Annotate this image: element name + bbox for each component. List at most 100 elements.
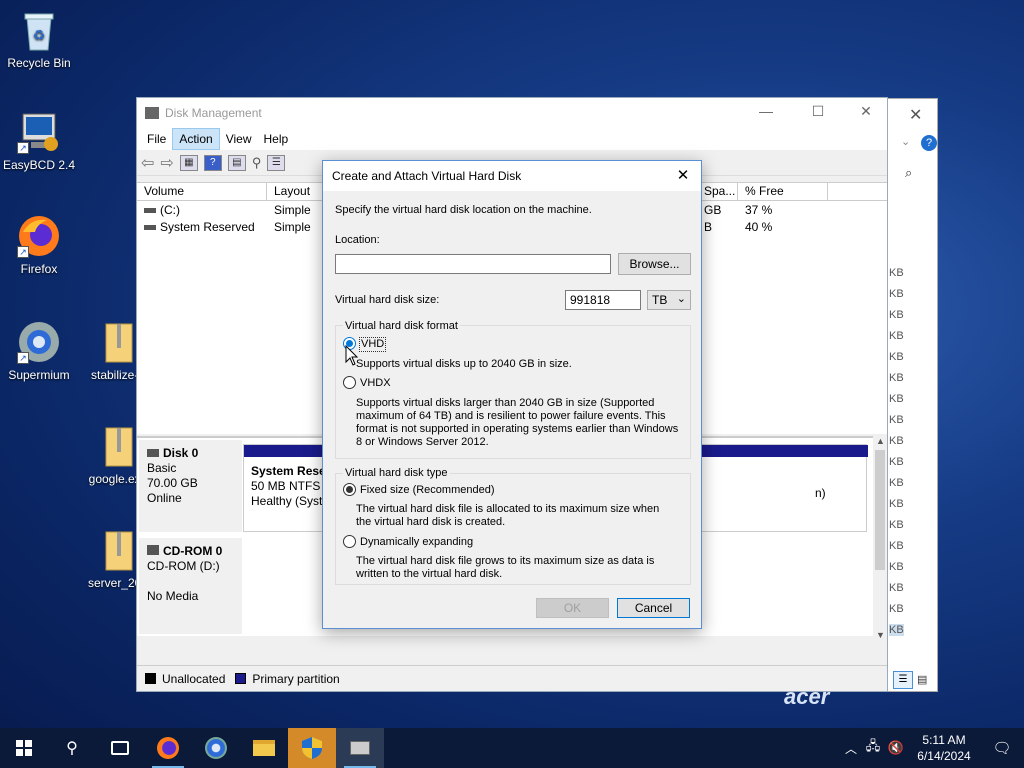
search-button[interactable]: ⚲ (48, 728, 96, 768)
column-space[interactable]: Spa... (701, 183, 738, 200)
menu-file[interactable]: File (141, 129, 172, 149)
menu-action[interactable]: Action (172, 128, 220, 150)
help-icon[interactable]: ? (921, 135, 937, 151)
location-input[interactable] (335, 254, 611, 274)
radio-vhdx[interactable] (343, 376, 356, 389)
system-tray: ︿ 🖧 🔇 5:11 AM 6/14/2024 🗨 (840, 728, 1024, 768)
close-button[interactable]: ✕ (843, 103, 889, 125)
search-icon[interactable]: ⌕ (905, 165, 912, 181)
browse-button[interactable]: Browse... (618, 253, 691, 275)
radio-dynamically-expanding-label[interactable]: Dynamically expanding (360, 536, 473, 549)
vertical-scrollbar[interactable]: ▲ ▼ (873, 436, 887, 640)
recycle-bin-icon: ♻ (17, 8, 61, 52)
volume-muted-icon[interactable]: 🔇 (884, 740, 908, 756)
menu-help[interactable]: Help (258, 129, 295, 149)
tiles-view-icon[interactable]: ▤ (917, 673, 927, 686)
zip-folder-icon (96, 528, 140, 572)
radio-fixed-size[interactable] (343, 483, 356, 496)
radio-vhdx-label[interactable]: VHDX (360, 377, 391, 390)
taskbar-firefox[interactable] (144, 728, 192, 768)
list-icon[interactable]: ☰ (267, 154, 286, 171)
help-icon[interactable]: ? (203, 154, 222, 171)
clock-time: 5:11 AM (922, 733, 966, 747)
desktop-icon-label: Recycle Bin (7, 56, 71, 70)
show-hidden-icons-chevron-icon[interactable]: ︿ (840, 740, 862, 757)
cancel-button[interactable]: Cancel (617, 598, 690, 618)
close-icon[interactable]: ✕ (909, 105, 922, 125)
legend: Unallocated Primary partition (137, 665, 887, 691)
size-input[interactable] (565, 290, 641, 310)
clock[interactable]: 5:11 AM 6/14/2024 (908, 732, 980, 764)
chevron-down-icon: ⌄ (676, 293, 686, 305)
layout-cell: Simple (274, 202, 311, 217)
vhdx-description: Supports virtual disks larger than 2040 … (356, 397, 679, 448)
shortcut-arrow-icon: ↗ (17, 246, 29, 258)
partition-c[interactable]: n) (700, 461, 864, 531)
dialog-close-button[interactable]: ✕ (671, 166, 695, 186)
desktop-icon-firefox[interactable]: ↗ Firefox (1, 214, 77, 276)
column-free[interactable]: % Free (738, 183, 828, 200)
ok-button[interactable]: OK (536, 598, 609, 618)
app-icon (145, 107, 159, 119)
shortcut-arrow-icon: ↗ (17, 352, 29, 364)
desktop-icon-supermium[interactable]: ↗ Supermium (1, 320, 77, 382)
search-icon: ⚲ (66, 740, 78, 757)
chevron-down-icon[interactable]: ⌄ (901, 135, 910, 148)
minimize-button[interactable]: — (743, 103, 789, 125)
volume-cell: System Reserved (137, 220, 267, 234)
firefox-icon (157, 737, 179, 759)
maximize-button[interactable]: ☐ (795, 103, 841, 125)
radio-vhd-label[interactable]: VHD (358, 337, 387, 352)
menu-view[interactable]: View (220, 129, 258, 149)
drive-icon (144, 224, 156, 230)
disk-0-label[interactable]: Disk 0 Basic 70.00 GB Online (139, 440, 242, 532)
dialog-title: Create and Attach Virtual Hard Disk (332, 169, 522, 183)
scroll-down-icon[interactable]: ▼ (876, 630, 885, 640)
scroll-thumb[interactable] (875, 450, 885, 570)
cdrom-icon (147, 545, 159, 555)
taskbar-security-shield[interactable] (288, 728, 336, 768)
legend-swatch-primary (235, 673, 247, 684)
create-vhd-dialog[interactable]: Create and Attach Virtual Hard Disk ✕ Sp… (322, 160, 702, 629)
notifications-icon[interactable]: 🗨 (980, 739, 1024, 757)
shortcut-arrow-icon: ↗ (17, 142, 29, 154)
zip-folder-icon (96, 424, 140, 468)
taskbar: ⚲ ︿ 🖧 🔇 5:11 AM 6/14/2024 🗨 (0, 728, 1024, 768)
back-icon[interactable]: ⇦ (141, 153, 154, 173)
folder-icon (253, 740, 275, 756)
size-label: Virtual hard disk size: (335, 294, 440, 306)
taskbar-file-explorer[interactable] (240, 728, 288, 768)
taskbar-supermium[interactable] (192, 728, 240, 768)
shield-icon (302, 737, 322, 759)
firefox-icon: ↗ (17, 214, 61, 258)
desktop-icon-recycle-bin[interactable]: ♻ Recycle Bin (1, 8, 77, 70)
legend-unallocated: Unallocated (162, 671, 226, 686)
radio-fixed-size-label[interactable]: Fixed size (Recommended) (360, 484, 495, 497)
forward-icon[interactable]: ⇨ (160, 153, 173, 173)
partition-system-reserved[interactable]: System Rese 50 MB NTFS Healthy (Syste (248, 461, 322, 531)
space-cell: B (704, 219, 713, 234)
column-volume[interactable]: Volume (137, 183, 267, 200)
title-bar: Disk Management — ☐ ✕ (137, 98, 887, 128)
volume-cell: (C:) (137, 203, 267, 217)
type-group-label: Virtual hard disk type (343, 467, 450, 480)
task-view-button[interactable] (96, 728, 144, 768)
network-icon[interactable]: 🖧 (862, 737, 884, 759)
radio-dynamically-expanding[interactable] (343, 535, 356, 548)
start-button[interactable] (0, 728, 48, 768)
column-layout[interactable]: Layout (267, 183, 323, 200)
desktop-icon-easybcd[interactable]: ↗ EasyBCD 2.4 (1, 110, 77, 172)
legend-swatch-unallocated (145, 673, 156, 684)
console-tree-icon[interactable]: ▦ (179, 154, 198, 171)
size-unit-select[interactable]: TB ⌄ (647, 290, 691, 310)
properties-icon[interactable]: ▤ (227, 154, 246, 171)
taskbar-disk-management[interactable] (336, 728, 384, 768)
scroll-up-icon[interactable]: ▲ (876, 436, 885, 446)
cdrom-0-label[interactable]: CD-ROM 0 CD-ROM (D:) No Media (139, 538, 242, 634)
drive-icon (144, 207, 156, 213)
details-view-icon[interactable]: ☰ (893, 671, 913, 689)
disk-icon (147, 449, 159, 457)
legend-primary: Primary partition (252, 671, 340, 686)
desktop-icon-label: EasyBCD 2.4 (2, 158, 76, 172)
connect-icon[interactable]: ⚲ (252, 155, 262, 171)
